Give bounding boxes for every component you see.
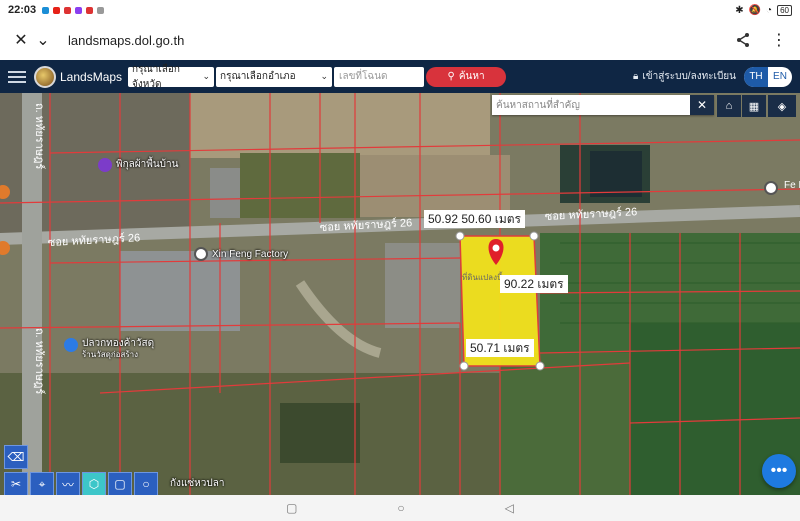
- marker-icon: [764, 181, 778, 195]
- chrome-icon: [97, 6, 105, 14]
- gmail-icon: [64, 6, 72, 14]
- layers-icon[interactable]: ◈: [768, 95, 796, 117]
- landsmaps-navbar: LandsMaps กรุณาเลือกจังหวัด ⌄ กรุณาเลือกอ…: [0, 60, 800, 93]
- system-nav-bar: ▢ ○ ◁: [0, 495, 800, 521]
- map-view[interactable]: ซอย หทัยราษฎร์ 26 ซอย หทัยราษฎร์ 26 ซอย …: [0, 93, 800, 495]
- url-text[interactable]: landsmaps.dol.go.th: [68, 33, 184, 48]
- main-road-label-1: ถ. หทัยราษฎร์: [33, 103, 46, 169]
- hamburger-menu-icon[interactable]: [8, 70, 26, 83]
- status-bar: 22:03 ✱ 🔕 ◔ 60: [0, 0, 800, 20]
- deed-number-input[interactable]: เลขที่โฉนด: [334, 66, 425, 87]
- poi-bottom[interactable]: กังแซ่หวปลา: [170, 476, 224, 491]
- clear-search-icon[interactable]: ✕: [690, 95, 714, 115]
- poi-shop[interactable]: พิกุลผ้าพื้นบ้าน: [98, 157, 178, 172]
- gmail-icon: [86, 6, 94, 14]
- lang-th-button[interactable]: TH: [744, 66, 768, 87]
- browser-url-bar: ✕ ⌄ landsmaps.dol.go.th ⋮: [0, 20, 800, 60]
- measure-bottom: 50.71 เมตร: [466, 339, 534, 357]
- grid-icon[interactable]: ▦: [742, 95, 766, 117]
- bluetooth-icon: ✱: [735, 4, 744, 16]
- home-icon[interactable]: ⌂: [717, 95, 741, 117]
- poi-edge-marker[interactable]: [764, 181, 778, 195]
- poi-left-marker-2[interactable]: [0, 241, 10, 255]
- factory-icon: [194, 247, 208, 261]
- lang-en-button[interactable]: EN: [768, 67, 792, 87]
- chevron-down-icon[interactable]: ⌄: [32, 29, 54, 51]
- app-icon: [42, 6, 50, 14]
- line-tool-icon[interactable]: 〰: [56, 472, 80, 495]
- marker-icon: [0, 241, 10, 255]
- brand-name: LandsMaps: [60, 69, 123, 84]
- poi-left-marker[interactable]: [0, 185, 10, 199]
- more-menu-icon[interactable]: ⋮: [768, 29, 790, 51]
- messenger-icon: [75, 6, 83, 14]
- measure-right: 90.22 เมตร: [500, 275, 568, 293]
- silent-icon: 🔕: [748, 4, 762, 16]
- home-button[interactable]: ○: [397, 501, 404, 515]
- recent-apps-button[interactable]: ▢: [286, 501, 297, 515]
- main-road-label-2: ถ. หทัยราษฎร์: [33, 328, 46, 394]
- marker-tool-icon[interactable]: ⌖: [30, 472, 54, 495]
- parcel-label: ที่ดินแปลงนี้: [462, 271, 503, 282]
- department-logo: [34, 65, 56, 88]
- satellite-map: ซอย หทัยราษฎร์ 26 ซอย หทัยราษฎร์ 26 ซอย …: [0, 93, 800, 495]
- login-link[interactable]: 🔒︎ เข้าสู่ระบบ/ลงทะเบียน: [633, 69, 736, 84]
- district-select[interactable]: กรุณาเลือกอำเภอ ⌄: [216, 66, 333, 87]
- edge-label: Fe Li: [784, 180, 800, 191]
- youtube-icon: [53, 6, 61, 14]
- eraser-icon[interactable]: ⌫: [4, 445, 28, 469]
- notification-icons: [42, 6, 105, 14]
- more-options-fab[interactable]: •••: [762, 454, 796, 488]
- store-icon: [64, 338, 78, 352]
- polygon-tool-icon[interactable]: ⬡: [82, 472, 106, 495]
- poi-factory[interactable]: Xin Feng Factory: [194, 247, 288, 261]
- battery-icon: 60: [777, 4, 792, 16]
- chevron-down-icon: ⌄: [320, 71, 329, 81]
- search-icon: ⚲: [447, 71, 455, 82]
- rectangle-tool-icon[interactable]: ▢: [108, 472, 132, 495]
- lock-icon: 🔒︎: [633, 71, 639, 82]
- search-button[interactable]: ⚲ ค้นหา: [426, 66, 507, 87]
- measure-top: 50.92 50.60 เมตร: [424, 210, 525, 228]
- back-button[interactable]: ◁: [505, 501, 514, 515]
- draw-toolbar: ⌫ ✂ ⌖ 〰 ⬡ ▢ ○: [4, 445, 158, 495]
- status-time: 22:03: [8, 4, 37, 16]
- share-icon[interactable]: [732, 29, 754, 51]
- shop-icon: [98, 157, 112, 172]
- chevron-down-icon: ⌄: [202, 71, 211, 81]
- status-right: ✱ 🔕 ◔ 60: [735, 4, 792, 16]
- language-toggle[interactable]: TH EN: [744, 66, 792, 87]
- place-search-input[interactable]: ค้นหาสถานที่สำคัญ ✕: [492, 95, 714, 115]
- circle-tool-icon[interactable]: ○: [134, 472, 158, 495]
- marker-icon: [0, 185, 10, 199]
- close-icon[interactable]: ✕: [10, 29, 32, 51]
- poi-hardware[interactable]: ปลวกทองค้าวัสดุ ร้านวัสดุก่อสร้าง: [64, 338, 154, 360]
- ruler-icon[interactable]: ✂: [4, 472, 28, 495]
- wifi-icon: ◔: [766, 4, 773, 16]
- province-select[interactable]: กรุณาเลือกจังหวัด ⌄: [128, 64, 215, 90]
